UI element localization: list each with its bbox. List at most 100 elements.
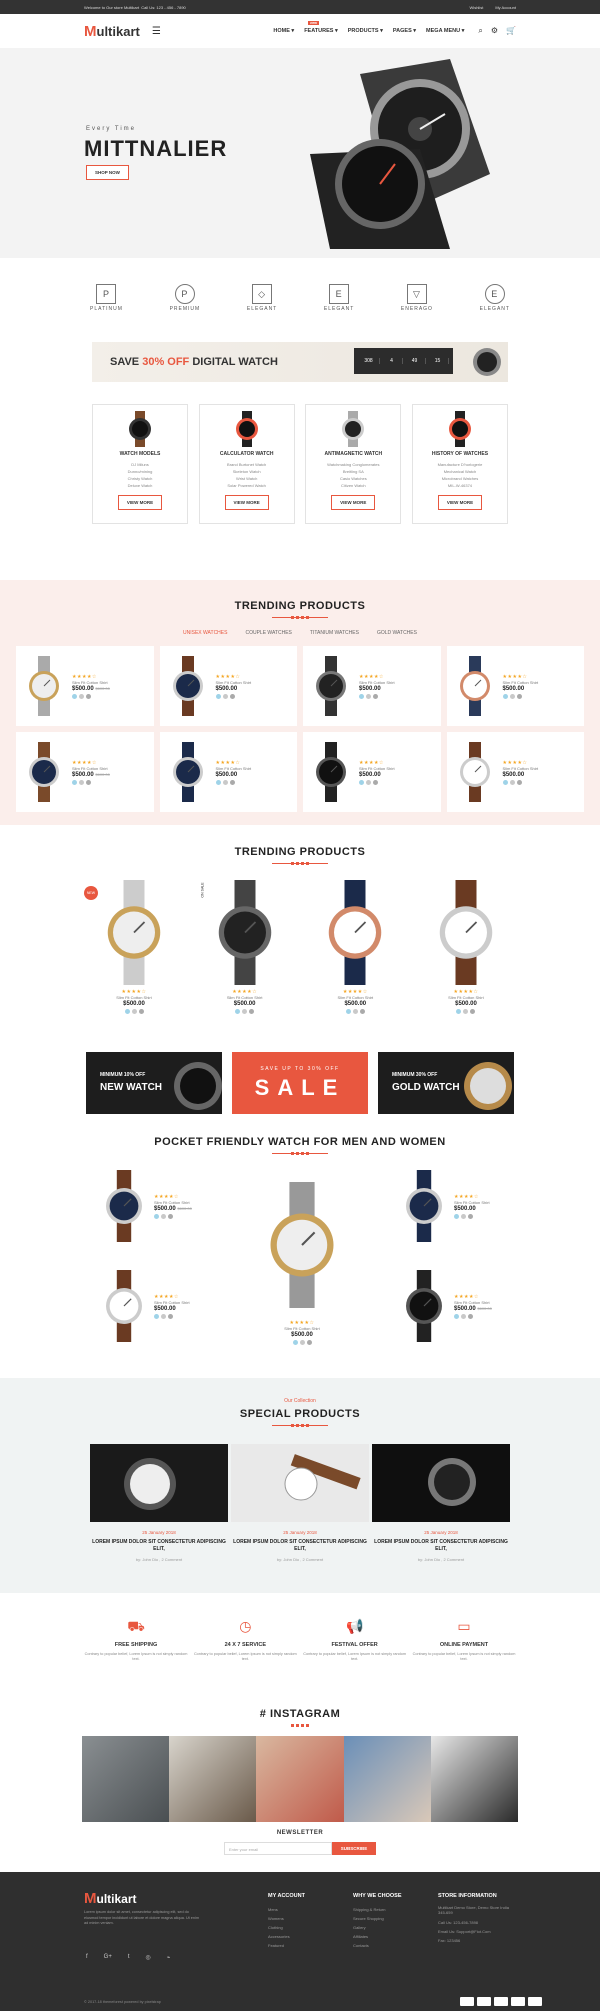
settings-icon[interactable]: ⚙: [491, 26, 498, 36]
new-watch-banner[interactable]: MINIMUM 10% OFF NEW WATCH: [86, 1052, 222, 1114]
view-more-button[interactable]: VIEW MORE: [117, 495, 163, 510]
footer-link[interactable]: Affiliates: [353, 1932, 402, 1941]
product-card[interactable]: ★★★★☆ Slim Fit Cotton Shirt $500.00: [400, 1170, 490, 1242]
color-swatch[interactable]: [86, 779, 91, 785]
color-swatch[interactable]: [299, 1340, 305, 1345]
menu-toggle-icon[interactable]: ☰: [152, 26, 161, 37]
nav-products[interactable]: PRODUCTS ▾: [348, 28, 383, 34]
product-card[interactable]: ★★★★☆ Slim Fit Cotton Shirt $500.00 $600.0…: [16, 646, 154, 726]
color-swatch[interactable]: [168, 1313, 173, 1319]
brand-logo[interactable]: E ELEGANT: [480, 284, 510, 312]
color-swatch[interactable]: [502, 779, 508, 785]
product-card[interactable]: ★★★★☆ Slim Fit Cotton Shirt $500.00: [446, 646, 584, 726]
search-icon[interactable]: ⌕: [478, 26, 482, 36]
view-more-button[interactable]: VIEW MORE: [331, 495, 376, 510]
footer-link[interactable]: Mens: [268, 1905, 305, 1914]
nav-features[interactable]: new FEATURES ▾: [304, 21, 338, 34]
instagram-photo[interactable]: [82, 1736, 170, 1822]
facebook-icon[interactable]: f: [86, 1954, 88, 1961]
color-swatch[interactable]: [154, 1213, 159, 1219]
shop-now-button[interactable]: SHOP NOW: [86, 165, 129, 180]
color-swatch[interactable]: [292, 1340, 298, 1345]
promo-banner[interactable]: SAVE 30% OFF DIGITAL WATCH 308 4 49 15: [92, 342, 508, 382]
color-swatch[interactable]: [79, 693, 84, 699]
color-swatch[interactable]: [131, 1009, 137, 1014]
color-swatch[interactable]: [124, 1009, 130, 1014]
color-swatch[interactable]: [516, 693, 522, 699]
product-card[interactable]: ★★★★☆ Slim Fit Cotton Shirt $500.00: [305, 880, 405, 1020]
color-swatch[interactable]: [72, 693, 77, 699]
color-swatch[interactable]: [516, 779, 522, 785]
footer-link[interactable]: Clothing: [268, 1923, 305, 1932]
wishlist-link[interactable]: Wishlist: [470, 5, 484, 10]
tab-gold[interactable]: GOLD WATCHES: [377, 630, 417, 636]
view-more-button[interactable]: VIEW MORE: [437, 495, 483, 510]
subscribe-button[interactable]: SUBSCRIBE: [332, 1842, 376, 1855]
nav-pages[interactable]: PAGES ▾: [393, 28, 416, 34]
instagram-icon[interactable]: ◎: [146, 1954, 151, 1961]
color-swatch[interactable]: [161, 1213, 166, 1219]
color-swatch[interactable]: [215, 779, 221, 785]
rss-icon[interactable]: ⌁: [167, 1954, 171, 1961]
color-swatch[interactable]: [373, 693, 378, 699]
logo[interactable]: Multikart: [84, 23, 140, 40]
brand-logo[interactable]: P PREMIUM: [170, 284, 201, 312]
email-input[interactable]: Enter your email: [224, 1842, 332, 1855]
color-swatch[interactable]: [454, 1313, 459, 1319]
twitter-icon[interactable]: t: [128, 1954, 130, 1961]
product-card[interactable]: ★★★★☆ Slim Fit Cotton Shirt $500.00 $600.0…: [400, 1270, 492, 1342]
color-swatch[interactable]: [86, 693, 91, 699]
color-swatch[interactable]: [229, 693, 235, 699]
color-swatch[interactable]: [229, 779, 235, 785]
nav-mega-menu[interactable]: MEGA MENU ▾: [426, 28, 464, 34]
footer-link[interactable]: Shipping & Return: [353, 1905, 402, 1914]
color-swatch[interactable]: [509, 693, 515, 699]
product-card[interactable]: ★★★★☆ Slim Fit Cotton Shirt $500.00: [416, 880, 516, 1020]
color-swatch[interactable]: [79, 779, 84, 785]
blog-card[interactable]: 25 January 2018 LOREM IPSUM DOLOR SIT CON…: [231, 1444, 369, 1562]
color-swatch[interactable]: [461, 1313, 466, 1319]
footer-link[interactable]: Secure Shopping: [353, 1914, 402, 1923]
product-card[interactable]: ★★★★☆ Slim Fit Cotton Shirt $500.00: [159, 732, 297, 812]
product-card[interactable]: ★★★★☆ Slim Fit Cotton Shirt $500.00: [260, 1170, 344, 1345]
color-swatch[interactable]: [461, 1213, 466, 1219]
color-swatch[interactable]: [345, 1009, 351, 1014]
sale-banner[interactable]: SAVE UP TO 30% OFF SALE: [232, 1052, 368, 1114]
color-swatch[interactable]: [454, 1213, 459, 1219]
instagram-photo[interactable]: [256, 1736, 344, 1822]
color-swatch[interactable]: [373, 779, 378, 785]
footer-link[interactable]: Accessories: [268, 1932, 305, 1941]
product-card[interactable]: ON SALE ★★★★☆ Slim Fit Cotton Shirt $500.00: [195, 880, 295, 1020]
product-card[interactable]: NEW ★★★★☆ Slim Fit Cotton Shirt $500.00: [84, 880, 184, 1020]
blog-card[interactable]: 25 January 2018 LOREM IPSUM DOLOR SIT CON…: [372, 1444, 510, 1562]
color-swatch[interactable]: [359, 1009, 365, 1014]
color-swatch[interactable]: [359, 779, 364, 785]
brand-logo[interactable]: ◇ ELEGANT: [247, 284, 277, 312]
brand-logo[interactable]: E ELEGANT: [324, 284, 354, 312]
color-swatch[interactable]: [470, 1009, 476, 1014]
product-card[interactable]: ★★★★☆ Slim Fit Cotton Shirt $500.00 $600.0…: [100, 1170, 192, 1242]
footer-link[interactable]: Featured: [268, 1941, 305, 1950]
cart-icon[interactable]: 🛒: [506, 26, 516, 36]
instagram-photo[interactable]: [169, 1736, 257, 1822]
account-link[interactable]: My Account: [495, 5, 516, 10]
color-swatch[interactable]: [235, 1009, 241, 1014]
color-swatch[interactable]: [222, 779, 228, 785]
tab-unisex[interactable]: UNISEX WATCHES: [183, 630, 227, 636]
color-swatch[interactable]: [463, 1009, 469, 1014]
color-swatch[interactable]: [502, 693, 508, 699]
color-swatch[interactable]: [468, 1313, 473, 1319]
footer-link[interactable]: Gallery: [353, 1923, 402, 1932]
color-swatch[interactable]: [161, 1313, 166, 1319]
color-swatch[interactable]: [468, 1213, 473, 1219]
product-card[interactable]: ★★★★☆ Slim Fit Cotton Shirt $500.00: [303, 732, 441, 812]
color-swatch[interactable]: [509, 779, 515, 785]
color-swatch[interactable]: [352, 1009, 358, 1014]
color-swatch[interactable]: [72, 779, 77, 785]
product-card[interactable]: ★★★★☆ Slim Fit Cotton Shirt $500.00 $600.0…: [16, 732, 154, 812]
product-card[interactable]: ★★★★☆ Slim Fit Cotton Shirt $500.00: [446, 732, 584, 812]
color-swatch[interactable]: [359, 693, 364, 699]
color-swatch[interactable]: [242, 1009, 248, 1014]
product-card[interactable]: ★★★★☆ Slim Fit Cotton Shirt $500.00: [100, 1270, 190, 1342]
product-card[interactable]: ★★★★☆ Slim Fit Cotton Shirt $500.00: [303, 646, 441, 726]
